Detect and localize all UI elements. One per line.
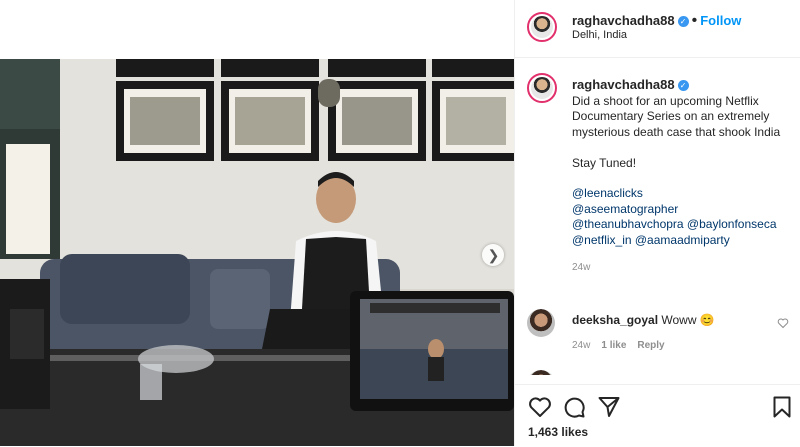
- commenter-avatar[interactable]: [527, 370, 555, 375]
- post-sidebar: raghavchadha88 ✓ • Follow Delhi, India ragh…: [514, 0, 800, 446]
- mention-link[interactable]: @theanubhavchopra @baylonfonseca: [572, 217, 787, 233]
- comment-text: ♠: [621, 374, 627, 375]
- comment-likes[interactable]: 1 like: [601, 340, 626, 351]
- commenter-username[interactable]: tit_tat10: [572, 374, 618, 375]
- comment-body: deeksha_goyal Woww 😊 24w 1 like Reply: [572, 313, 762, 351]
- author-avatar[interactable]: [527, 12, 557, 42]
- author-line: raghavchadha88 ✓ • Follow: [572, 12, 741, 30]
- author-username[interactable]: raghavchadha88: [572, 13, 675, 28]
- bookmark-icon[interactable]: [770, 395, 794, 419]
- follow-button[interactable]: Follow: [700, 13, 741, 28]
- verified-icon: ✓: [677, 16, 689, 27]
- reply-button[interactable]: Reply: [637, 340, 664, 351]
- photo-image: [0, 59, 514, 446]
- commenter-avatar[interactable]: [527, 309, 555, 337]
- separator-dot: •: [691, 12, 698, 29]
- post-actions: 1,463 likes: [515, 384, 800, 447]
- caption-text: Did a shoot for an upcoming Netflix Docu…: [572, 93, 781, 170]
- post-location[interactable]: Delhi, India: [572, 29, 627, 41]
- caption-username[interactable]: raghavchadha88: [572, 77, 675, 92]
- heart-icon[interactable]: [777, 317, 789, 329]
- share-icon[interactable]: [597, 395, 621, 419]
- mention-link[interactable]: @leenaclicks: [572, 186, 787, 202]
- post-caption: raghavchadha88 ✓ Did a shoot for an upcom…: [572, 77, 787, 276]
- like-heart-icon[interactable]: [528, 395, 552, 419]
- verified-icon: ✓: [677, 80, 689, 91]
- post-media: ❯: [0, 0, 514, 446]
- comment-timestamp[interactable]: 24w: [572, 340, 590, 351]
- caption-timestamp[interactable]: 24w: [572, 260, 787, 276]
- comments-section[interactable]: raghavchadha88 ✓ Did a shoot for an upcom…: [515, 58, 800, 375]
- like-count[interactable]: 1,463 likes: [528, 425, 588, 439]
- comment-text: Woww 😊: [661, 313, 715, 327]
- comment-icon[interactable]: [562, 395, 586, 419]
- comment-meta: 24w 1 like Reply: [572, 340, 762, 351]
- caption-avatar[interactable]: [527, 73, 557, 103]
- post-header: raghavchadha88 ✓ • Follow Delhi, India: [515, 0, 800, 58]
- chevron-right-icon: ❯: [487, 247, 500, 263]
- comment-body: tit_tat10 ♠: [572, 374, 762, 375]
- caption-mentions: @leenaclicks @aseematographer @theanubha…: [572, 186, 787, 248]
- commenter-username[interactable]: deeksha_goyal: [572, 313, 658, 327]
- post-photo[interactable]: [0, 59, 514, 446]
- mention-link[interactable]: @netflix_in @aamaadmiparty: [572, 233, 787, 249]
- mention-link[interactable]: @aseematographer: [572, 202, 787, 218]
- next-photo-button[interactable]: ❯: [482, 244, 504, 266]
